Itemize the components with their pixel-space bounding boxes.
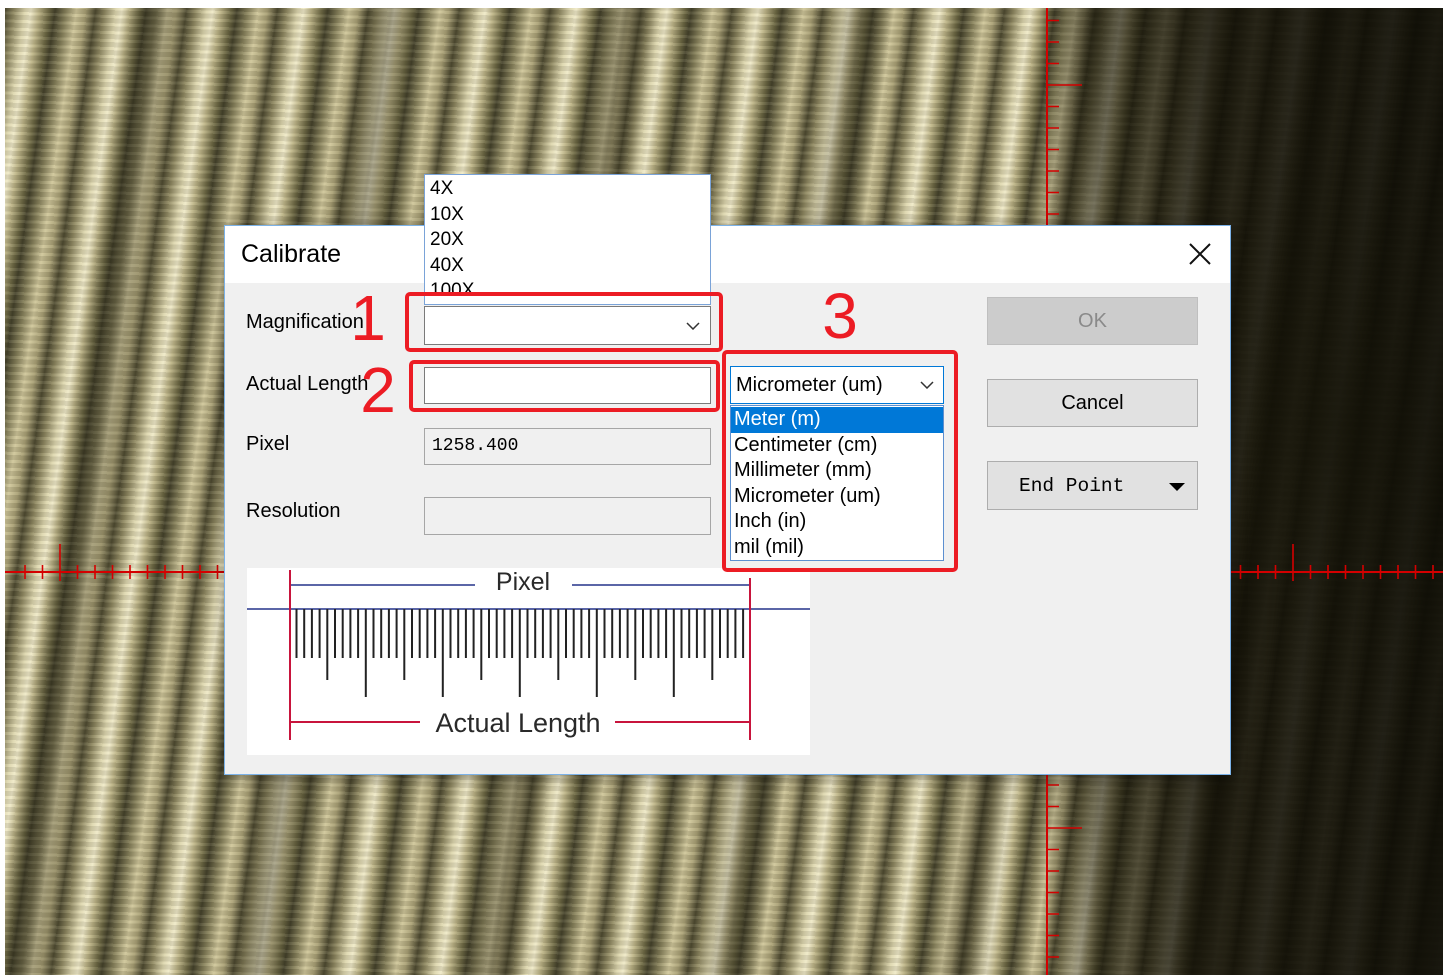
end-point-button[interactable]: End Point — [987, 461, 1198, 510]
magnification-option[interactable]: 4X — [425, 176, 710, 202]
annotation-number-1: 1 — [350, 282, 386, 354]
cancel-button[interactable]: Cancel — [987, 379, 1198, 427]
resolution-field — [424, 497, 711, 535]
magnification-dropdown-list[interactable]: 4X 10X 20X 40X 100X — [424, 174, 711, 305]
pixel-field: 1258.400 — [424, 428, 711, 465]
title-bar[interactable]: Calibrate — [225, 226, 1230, 283]
end-point-label: End Point — [1019, 474, 1125, 497]
resolution-label: Resolution — [246, 500, 341, 522]
annotation-number-3: 3 — [822, 280, 858, 352]
magnification-option[interactable]: 20X — [425, 227, 710, 253]
pixel-span-label: Pixel — [496, 568, 550, 596]
screen: Calibrate Magnification Actual Length Pi… — [0, 0, 1450, 977]
pixel-value: 1258.400 — [432, 436, 519, 456]
magnification-option[interactable]: 40X — [425, 253, 710, 279]
annotation-box-1 — [405, 292, 723, 352]
close-icon — [1189, 243, 1211, 265]
annotation-box-2 — [409, 360, 720, 412]
magnification-option[interactable]: 10X — [425, 202, 710, 228]
calibration-illustration: Pixel Actual Length — [247, 568, 810, 755]
annotation-box-3 — [722, 350, 958, 572]
close-button[interactable] — [1189, 243, 1211, 265]
caret-down-icon[interactable] — [1169, 483, 1185, 491]
ok-button[interactable]: OK — [987, 297, 1198, 345]
actual-length-span-label: Actual Length — [435, 708, 600, 738]
pixel-label: Pixel — [246, 433, 290, 455]
dialog-title: Calibrate — [241, 240, 342, 268]
annotation-number-2: 2 — [360, 354, 396, 426]
